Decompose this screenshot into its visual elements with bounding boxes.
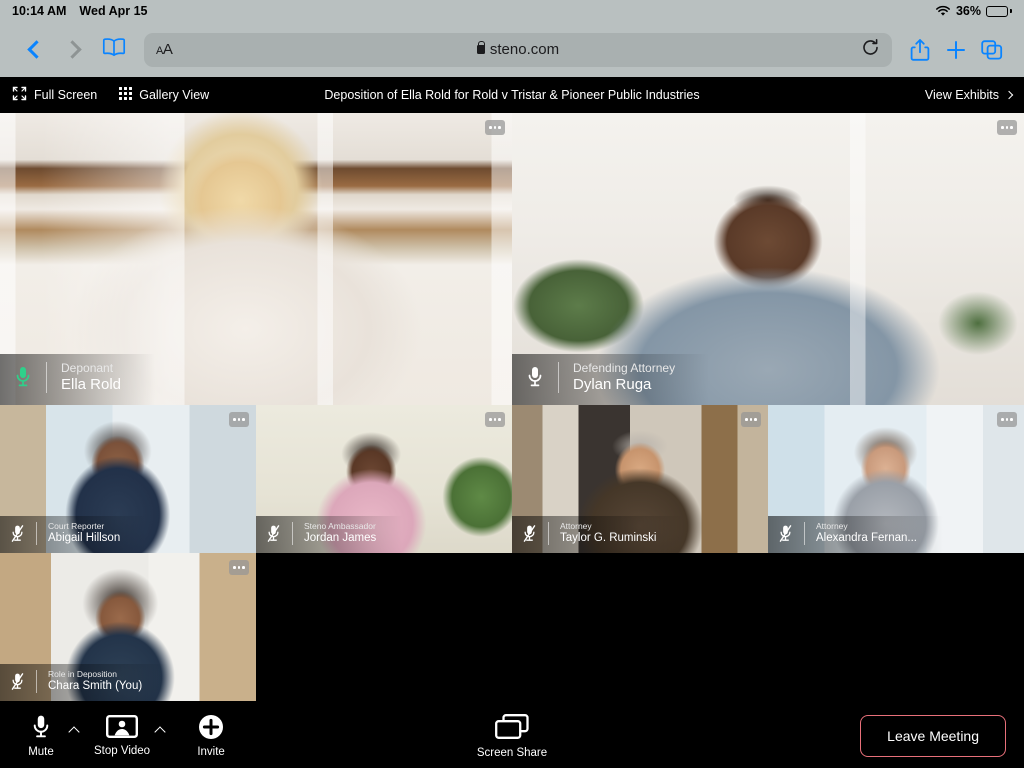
chevron-up-icon[interactable] [68, 725, 80, 738]
participant-nameplate: Role in Deposition Chara Smith (You) [0, 664, 169, 701]
tile-more-options-button[interactable] [485, 120, 505, 135]
tile-more-options-button[interactable] [997, 120, 1017, 135]
video-grid: Deponant Ella Rold Defending Attorney Dy… [0, 113, 1024, 703]
invite-label: Invite [197, 745, 225, 758]
participant-nameplate: Attorney Taylor G. Ruminski [512, 516, 683, 553]
participant-nameplate: Deponant Ella Rold [0, 353, 156, 405]
tile-more-options-button[interactable] [741, 412, 761, 427]
screen-share-button[interactable]: Screen Share [477, 713, 547, 759]
microphone-muted-icon [266, 524, 281, 543]
participant-nameplate: Attorney Alexandra Fernan... [768, 516, 944, 553]
share-button[interactable] [902, 30, 938, 70]
wifi-icon [935, 5, 951, 17]
meeting-header-bar: Full Screen Gallery View Deposition of E… [0, 77, 1024, 113]
reload-button[interactable] [861, 38, 880, 62]
bookmarks-button[interactable] [94, 30, 134, 70]
forward-button[interactable] [54, 30, 94, 70]
participant-name: Abigail Hillson [48, 531, 121, 544]
participant-name: Taylor G. Ruminski [560, 531, 657, 544]
participant-role: Steno Ambassador [304, 521, 376, 532]
microphone-muted-icon [778, 524, 793, 543]
tile-more-options-button[interactable] [485, 412, 505, 427]
tile-more-options-button[interactable] [229, 560, 249, 575]
participant-name: Ella Rold [61, 375, 122, 393]
participant-nameplate: Steno Ambassador Jordan James [256, 516, 403, 553]
chevron-right-icon [1004, 90, 1014, 100]
leave-meeting-button[interactable]: Leave Meeting [860, 714, 1006, 757]
participant-name: Dylan Ruga [573, 375, 652, 393]
microphone-muted-icon [10, 524, 25, 543]
video-control-group: Stop Video [94, 714, 174, 757]
battery-icon [986, 5, 1012, 17]
grid-empty-space [256, 553, 1024, 701]
status-bar-date: Wed Apr 15 [79, 4, 148, 18]
participant-tile[interactable]: Deponant Ella Rold [0, 113, 512, 405]
participant-tile[interactable]: Attorney Alexandra Fernan... [768, 405, 1024, 553]
url-text: steno.com [489, 41, 560, 58]
view-exhibits-label: View Exhibits [924, 88, 999, 102]
expand-icon [12, 86, 27, 104]
full-screen-button[interactable]: Full Screen [12, 86, 97, 104]
participant-role: Role in Deposition [48, 669, 117, 680]
chevron-right-icon [62, 40, 82, 59]
mute-label: Mute [28, 745, 54, 758]
url-display: steno.com [144, 40, 892, 58]
participant-tile-self[interactable]: Role in Deposition Chara Smith (You) [0, 553, 256, 701]
stop-video-button[interactable]: Stop Video [94, 714, 150, 757]
chevron-left-icon [26, 40, 46, 59]
microphone-icon [14, 365, 32, 389]
participant-name: Jordan James [304, 531, 377, 544]
participant-role: Attorney [560, 521, 592, 532]
participant-role: Court Reporter [48, 521, 105, 532]
participant-role: Deponant [61, 360, 114, 375]
view-exhibits-button[interactable]: View Exhibits [924, 88, 1014, 102]
microphone-icon [526, 365, 544, 389]
back-button[interactable] [14, 30, 54, 70]
grid-icon [119, 87, 133, 103]
chevron-up-icon[interactable] [154, 726, 166, 738]
microphone-icon [31, 714, 51, 743]
participant-nameplate: Court Reporter Abigail Hillson [0, 516, 147, 553]
microphone-muted-icon [10, 672, 25, 691]
tile-more-options-button[interactable] [997, 412, 1017, 427]
text-size-button[interactable]: AAAA [156, 41, 173, 58]
participant-tile[interactable]: Steno Ambassador Jordan James [256, 405, 512, 553]
camera-icon [106, 714, 139, 742]
show-tabs-button[interactable] [974, 30, 1010, 70]
participant-role: Attorney [816, 521, 848, 532]
mute-control-group: Mute [18, 714, 88, 758]
screen-share-icon [494, 713, 530, 744]
screen-share-label: Screen Share [476, 746, 548, 759]
lock-icon [476, 40, 486, 54]
invite-button[interactable]: Invite [188, 714, 234, 758]
gallery-view-label: Gallery View [139, 88, 210, 102]
participant-tile[interactable]: Attorney Taylor G. Ruminski [512, 405, 768, 553]
participant-role: Defending Attorney [573, 360, 676, 375]
participant-tile[interactable]: Court Reporter Abigail Hillson [0, 405, 256, 553]
battery-percent-label: 36% [955, 4, 981, 18]
safari-toolbar: AAAA steno.com [0, 22, 1024, 77]
plus-circle-icon [198, 714, 224, 743]
participant-name: Chara Smith (You) [48, 679, 143, 692]
new-tab-button[interactable] [938, 30, 974, 70]
full-screen-label: Full Screen [34, 88, 98, 102]
book-icon [101, 37, 127, 62]
status-bar-time: 10:14 AM [12, 4, 67, 18]
participant-name: Alexandra Fernan... [816, 531, 918, 544]
address-bar[interactable]: AAAA steno.com [144, 32, 892, 67]
ipad-status-bar: 10:14 AM Wed Apr 15 36% [0, 0, 1024, 22]
mute-button[interactable]: Mute [18, 714, 64, 758]
participant-nameplate: Defending Attorney Dylan Ruga [512, 353, 710, 405]
meeting-control-bar: Mute Stop Video Invite Screen Share Leav… [0, 703, 1024, 768]
participant-tile[interactable]: Defending Attorney Dylan Ruga [512, 113, 1024, 405]
gallery-view-button[interactable]: Gallery View [119, 87, 209, 103]
microphone-muted-icon [522, 524, 537, 543]
stop-video-label: Stop Video [94, 745, 151, 757]
tile-more-options-button[interactable] [229, 412, 249, 427]
